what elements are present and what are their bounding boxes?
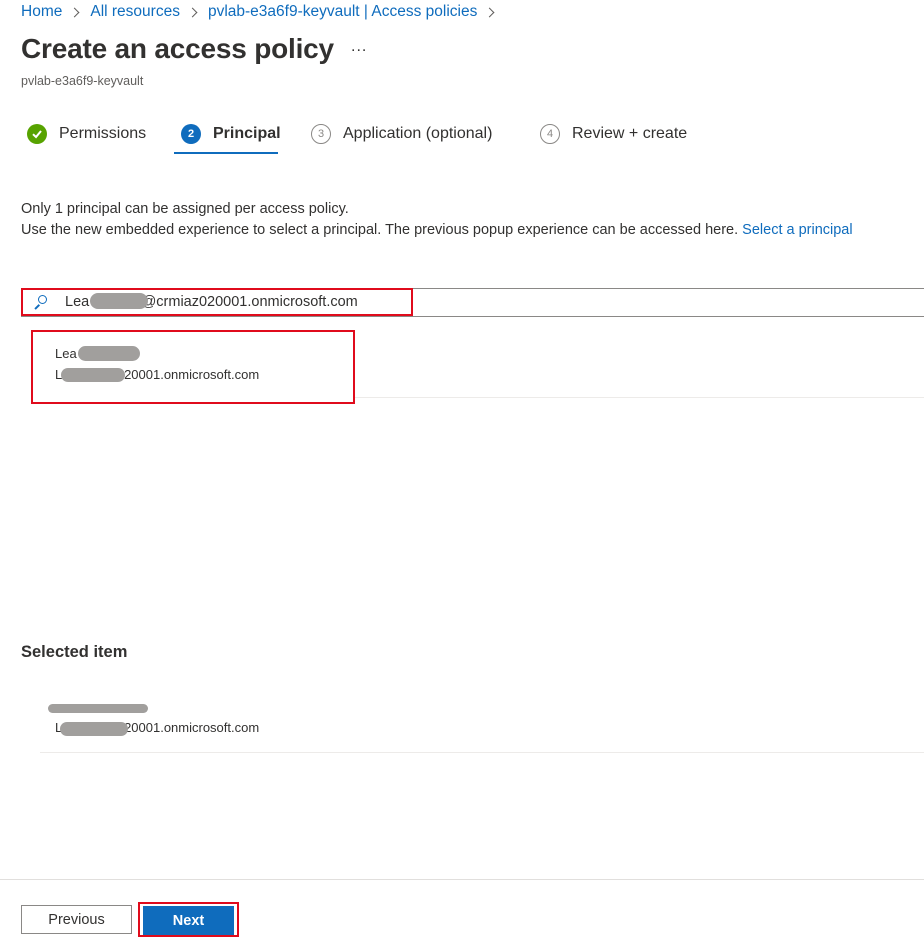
step-number-badge: 4 xyxy=(540,124,560,144)
search-icon xyxy=(29,290,53,314)
step-label: Review + create xyxy=(572,125,688,142)
redaction-mark xyxy=(61,368,125,382)
step-label: Permissions xyxy=(59,125,147,142)
search-result-item[interactable]: Lea L @crmiaz020001.onmicrosoft.com xyxy=(31,330,355,404)
step-label: Principal xyxy=(213,125,281,142)
tab-principal[interactable]: 2 Principal xyxy=(181,124,281,144)
more-options-button[interactable]: ... xyxy=(351,38,367,56)
chevron-right-icon xyxy=(69,7,80,17)
previous-button[interactable]: Previous xyxy=(21,905,132,934)
search-field[interactable] xyxy=(21,288,413,316)
checkmark-icon xyxy=(27,124,47,144)
redaction-mark xyxy=(78,346,140,361)
active-tab-indicator xyxy=(174,152,278,154)
info-line-2: Use the new embedded experience to selec… xyxy=(21,220,853,241)
tab-permissions[interactable]: Permissions xyxy=(27,124,146,144)
result-divider xyxy=(355,397,924,398)
result-name: Lea xyxy=(55,346,77,361)
redaction-mark xyxy=(90,293,148,309)
step-number-badge: 2 xyxy=(181,124,201,144)
info-line-1: Only 1 principal can be assigned per acc… xyxy=(21,201,349,217)
selected-principal: L @crmiaz020001.onmicrosoft.com xyxy=(40,690,924,753)
page-subtitle: pvlab-e3a6f9-keyvault xyxy=(21,74,144,88)
step-label: Application (optional) xyxy=(343,125,493,142)
footer-divider xyxy=(0,879,924,880)
selected-item-heading: Selected item xyxy=(21,643,128,661)
principal-info: Only 1 principal can be assigned per acc… xyxy=(21,199,853,241)
breadcrumb-keyvault[interactable]: pvlab-e3a6f9-keyvault | Access policies xyxy=(208,3,477,21)
tab-application[interactable]: 3 Application (optional) xyxy=(311,124,492,144)
select-principal-link[interactable]: Select a principal xyxy=(742,222,852,238)
tab-review-create[interactable]: 4 Review + create xyxy=(540,124,687,144)
next-button-highlight: Next xyxy=(138,902,239,937)
chevron-right-icon xyxy=(484,7,495,17)
next-button[interactable]: Next xyxy=(143,906,234,935)
breadcrumb-home[interactable]: Home xyxy=(21,3,62,21)
redaction-mark xyxy=(48,704,148,713)
breadcrumb-all-resources[interactable]: All resources xyxy=(90,3,180,21)
redaction-mark xyxy=(60,722,128,736)
page-title: Create an access policy xyxy=(21,33,334,64)
breadcrumb: Home All resources pvlab-e3a6f9-keyvault… xyxy=(21,3,505,21)
info-text: Use the new embedded experience to selec… xyxy=(21,222,739,238)
chevron-right-icon xyxy=(187,7,198,17)
step-number-badge: 3 xyxy=(311,124,331,144)
